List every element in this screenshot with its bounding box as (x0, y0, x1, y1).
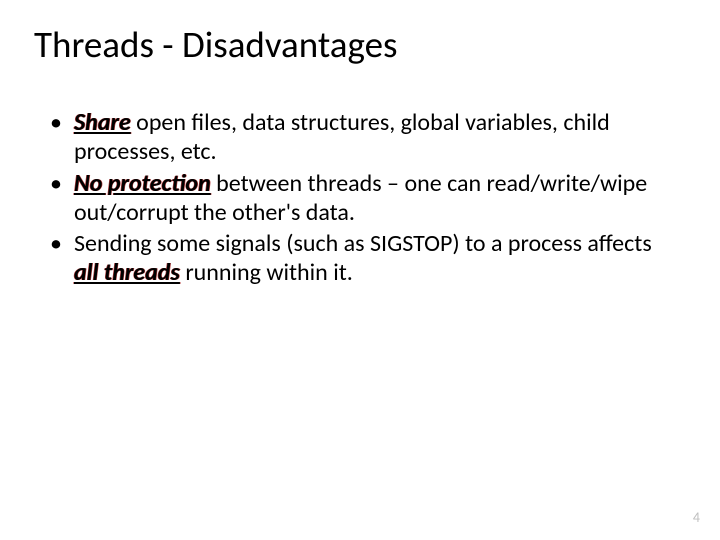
bullet-list: Share open files, data structures, globa… (50, 108, 670, 288)
emphasis-text: No protection (74, 169, 211, 198)
slide: Threads - Disadvantages Share open files… (0, 0, 720, 540)
bullet-text: running within it. (180, 258, 353, 287)
bullet-item: Sending some signals (such as SIGSTOP) t… (50, 229, 670, 288)
bullet-text: Sending some signals (such as SIGSTOP) t… (74, 229, 652, 258)
emphasis-text: Share (74, 108, 131, 137)
emphasis-text: all threads (74, 258, 180, 287)
bullet-item: Share open files, data structures, globa… (50, 108, 670, 167)
bullet-item: No protection between threads – one can … (50, 169, 670, 228)
slide-body: Share open files, data structures, globa… (50, 108, 670, 290)
bullet-text: open files, data structures, global vari… (74, 108, 610, 166)
page-number: 4 (693, 509, 700, 526)
slide-title: Threads - Disadvantages (34, 22, 398, 67)
